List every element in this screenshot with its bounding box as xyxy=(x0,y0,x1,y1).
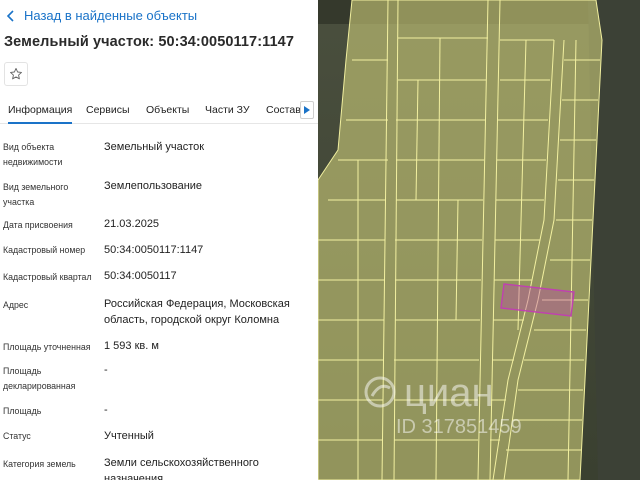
tab-services[interactable]: Сервисы xyxy=(86,104,130,116)
field-value: 1 593 кв. м xyxy=(104,340,159,352)
tab-parts[interactable]: Части ЗУ xyxy=(205,104,250,116)
field-label: Адрес xyxy=(3,300,29,310)
chevron-right-icon xyxy=(304,106,310,114)
field-value: 50:34:0050117:1147 xyxy=(104,244,204,256)
field-value: Земли сельскохозяйственного назначения xyxy=(104,457,259,480)
field-label: Вид объекта недвижимости xyxy=(3,142,63,167)
info-panel: Назад в найденные объекты Земельный учас… xyxy=(0,0,318,480)
tab-objects[interactable]: Объекты xyxy=(146,104,189,116)
tab-info[interactable]: Информация xyxy=(8,104,73,124)
tabs-scroll-right-button[interactable] xyxy=(300,101,314,119)
back-link[interactable]: Назад в найденные объекты xyxy=(6,8,197,23)
back-link-label: Назад в найденные объекты xyxy=(24,8,198,23)
field-label: Статус xyxy=(3,431,31,441)
field-value: 21.03.2025 xyxy=(104,218,160,230)
chevron-left-icon xyxy=(6,9,14,22)
map-canvas[interactable]: циан ID 317851459 xyxy=(318,0,640,480)
field-value: Земельный участок xyxy=(104,141,205,153)
star-icon xyxy=(10,67,22,80)
field-value: - xyxy=(104,404,108,416)
cadastral-map[interactable]: циан ID 317851459 xyxy=(318,0,640,480)
field-label: Площадь уточненная xyxy=(3,342,91,352)
watermark-id: ID 317851459 xyxy=(396,416,522,438)
field-value: Российская Федерация, Московская область… xyxy=(104,298,290,326)
field-value: Учтенный xyxy=(104,430,154,442)
field-label: Дата присвоения xyxy=(3,220,73,230)
field-value: 50:34:0050117 xyxy=(104,270,177,282)
tab-composition[interactable]: Состав xyxy=(266,104,301,116)
field-label: Вид земельного участка xyxy=(3,182,69,207)
tab-bar: Информация Сервисы Объекты Части ЗУ Сост… xyxy=(0,98,318,124)
field-label: Кадастровый квартал xyxy=(3,272,92,282)
page-title: Земельный участок: 50:34:0050117:1147 xyxy=(4,34,294,50)
field-value: Землепользование xyxy=(104,180,203,192)
field-label: Категория земель xyxy=(3,459,76,469)
field-label: Кадастровый номер xyxy=(3,245,86,255)
field-label: Площадь xyxy=(3,406,42,416)
watermark-brand: циан xyxy=(404,371,494,415)
field-label: Площадь декларированная xyxy=(3,366,76,391)
field-value: - xyxy=(104,364,108,376)
favorite-button[interactable] xyxy=(4,62,28,86)
